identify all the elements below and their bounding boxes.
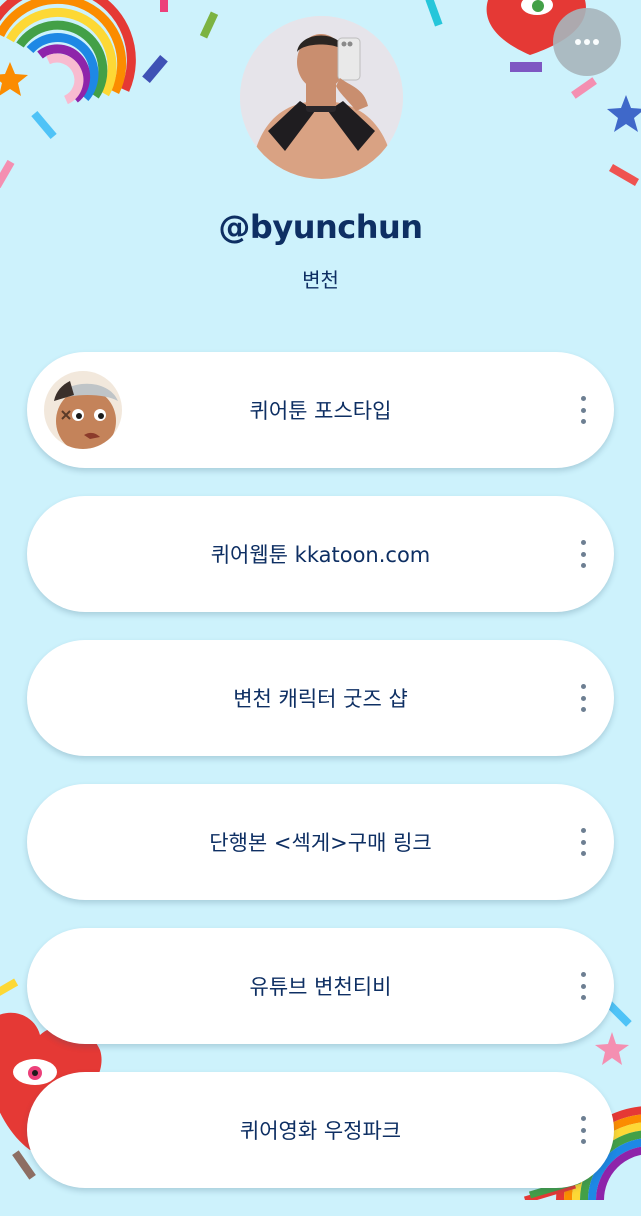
link-label: 퀴어영화 우정파크: [239, 1119, 402, 1143]
star-blue-icon: [607, 95, 641, 132]
kebab-vertical-icon[interactable]: [576, 684, 590, 712]
link-label: 퀴어툰 포스타입: [249, 399, 392, 423]
link-label: 변천 캐릭터 굿즈 샵: [233, 687, 408, 711]
more-horizontal-icon: [575, 39, 599, 45]
profile-display-name: 변천: [302, 268, 339, 292]
kebab-vertical-icon[interactable]: [576, 396, 590, 424]
link-card-book-purchase[interactable]: 단행본 <섹게>구매 링크: [27, 784, 614, 900]
kebab-vertical-icon[interactable]: [576, 1116, 590, 1144]
link-list: 퀴어툰 포스타입 퀴어웹툰 kkatoon.com 변천 캐릭터 굿즈 샵 단행…: [27, 352, 614, 1216]
link-card-kkatoon[interactable]: 퀴어웹툰 kkatoon.com: [27, 496, 614, 612]
link-label: 단행본 <섹게>구매 링크: [209, 831, 432, 855]
more-options-button[interactable]: [553, 8, 621, 76]
link-card-youtube[interactable]: 유튜브 변천티비: [27, 928, 614, 1044]
kebab-vertical-icon[interactable]: [576, 972, 590, 1000]
kebab-vertical-icon[interactable]: [576, 828, 590, 856]
link-card-queer-movie[interactable]: 퀴어영화 우정파크: [27, 1072, 614, 1188]
link-label: 유튜브 변천티비: [249, 975, 392, 999]
profile-username: @byunchun: [218, 208, 423, 246]
link-card-goods-shop[interactable]: 변천 캐릭터 굿즈 샵: [27, 640, 614, 756]
kebab-vertical-icon[interactable]: [576, 540, 590, 568]
link-card-queertoon-postype[interactable]: 퀴어툰 포스타입: [27, 352, 614, 468]
link-thumbnail: [44, 371, 122, 449]
profile-avatar: [240, 16, 403, 179]
link-label: 퀴어웹툰 kkatoon.com: [210, 543, 431, 567]
rainbow-top-left-icon: [0, 0, 136, 105]
star-orange-icon: [0, 62, 28, 96]
